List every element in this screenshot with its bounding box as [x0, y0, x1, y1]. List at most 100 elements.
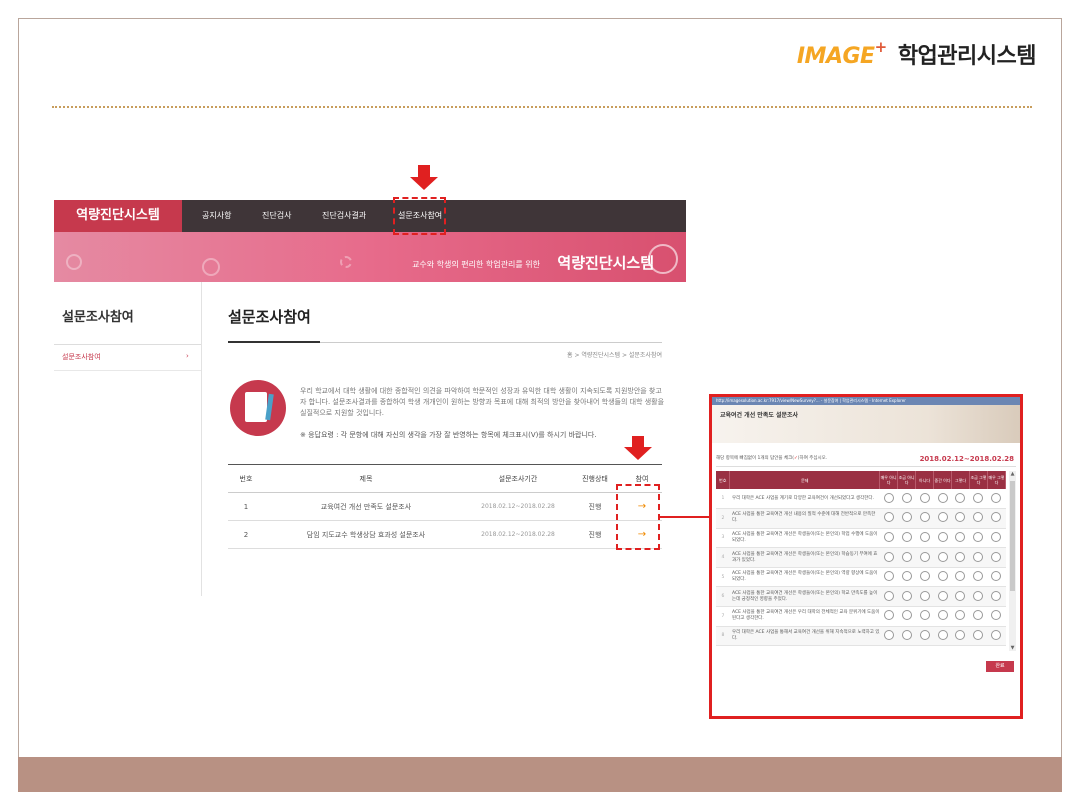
- pointer-arrow-down-icon: [624, 447, 652, 460]
- answer-radio[interactable]: [937, 629, 948, 640]
- popup-titlebar: http://imagesolution.ac.kr:7917/view/New…: [712, 397, 1020, 405]
- answer-radio[interactable]: [883, 531, 894, 542]
- answer-radio[interactable]: [901, 610, 912, 621]
- answer-radio[interactable]: [919, 629, 930, 640]
- answer-radio[interactable]: [973, 571, 984, 582]
- answer-radio[interactable]: [883, 492, 894, 503]
- answer-radio[interactable]: [937, 610, 948, 621]
- answer-radio[interactable]: [883, 551, 894, 562]
- question-row: 5 ACE 사업을 통한 교육여건 개선은 학생들이(또는 본인의) 역량 향상에…: [716, 567, 1006, 588]
- popup-header: 교육여건 개선 만족도 설문조사: [712, 405, 1020, 443]
- answer-radio[interactable]: [937, 551, 948, 562]
- answer-radio[interactable]: [937, 492, 948, 503]
- submit-button[interactable]: 완료: [986, 661, 1014, 672]
- app-logo[interactable]: 역량진단시스템: [54, 200, 182, 232]
- intro-note: ※ 응답요령 : 각 문항에 대해 자신의 생각을 가장 잘 반영하는 항목에 …: [300, 431, 597, 439]
- answer-radio[interactable]: [883, 629, 894, 640]
- answer-radio[interactable]: [955, 629, 966, 640]
- answer-radio[interactable]: [991, 531, 1002, 542]
- answer-cell: [987, 528, 1006, 549]
- row-title[interactable]: 교육여건 개선 만족도 설문조사: [264, 492, 468, 521]
- answer-radio[interactable]: [901, 571, 912, 582]
- answer-radio[interactable]: [991, 610, 1002, 621]
- scroll-down-icon[interactable]: ▼: [1009, 645, 1016, 651]
- answer-radio[interactable]: [973, 590, 984, 601]
- answer-radio[interactable]: [919, 590, 930, 601]
- answer-radio[interactable]: [919, 551, 930, 562]
- answer-radio[interactable]: [901, 590, 912, 601]
- answer-radio[interactable]: [955, 551, 966, 562]
- answer-radio[interactable]: [901, 629, 912, 640]
- answer-radio[interactable]: [901, 512, 912, 523]
- table-row[interactable]: 2 담임 지도교수 학생상담 효과성 설문조사 2018.02.12~2018.…: [228, 520, 662, 549]
- survey-question-table: 번호 문제 매우 아니다 조금 아니다 아니다 중간 이다 그렇다 조금 그렇다…: [716, 471, 1007, 647]
- answer-radio[interactable]: [955, 571, 966, 582]
- answer-cell: [933, 567, 952, 588]
- answer-cell: [951, 586, 970, 608]
- col-header-status: 진행상태: [568, 464, 622, 493]
- answer-cell: [987, 508, 1006, 529]
- question-number: 7: [716, 606, 730, 627]
- answer-radio[interactable]: [973, 512, 984, 523]
- answer-radio[interactable]: [973, 492, 984, 503]
- answer-radio[interactable]: [937, 590, 948, 601]
- answer-radio[interactable]: [901, 551, 912, 562]
- question-text: 우리 대학은 ACE 사업을 계기로 다양한 교육여건이 개선되었다고 생각한다…: [729, 489, 880, 510]
- row-number: 1: [228, 492, 264, 521]
- answer-radio[interactable]: [883, 571, 894, 582]
- answer-radio[interactable]: [991, 512, 1002, 523]
- menu-item-diagnosis[interactable]: 진단검사: [262, 200, 291, 232]
- banner-title: 역량진단시스템: [557, 254, 654, 272]
- menu-item-diagnosis-result[interactable]: 진단검사결과: [322, 200, 366, 232]
- answer-radio[interactable]: [919, 610, 930, 621]
- answer-radio[interactable]: [919, 571, 930, 582]
- answer-radio[interactable]: [955, 590, 966, 601]
- answer-radio[interactable]: [973, 629, 984, 640]
- answer-radio[interactable]: [991, 551, 1002, 562]
- sidebar-title: 설문조사참여: [62, 310, 134, 325]
- answer-radio[interactable]: [991, 571, 1002, 582]
- answer-radio[interactable]: [973, 531, 984, 542]
- answer-radio[interactable]: [955, 610, 966, 621]
- table-row[interactable]: 1 교육여건 개선 만족도 설문조사 2018.02.12~2018.02.28…: [228, 492, 662, 521]
- question-number: 6: [716, 586, 730, 608]
- scroll-up-icon[interactable]: ▲: [1009, 471, 1016, 477]
- answer-radio[interactable]: [937, 531, 948, 542]
- answer-radio[interactable]: [991, 590, 1002, 601]
- answer-radio[interactable]: [973, 610, 984, 621]
- answer-radio[interactable]: [883, 610, 894, 621]
- gear-icon: [340, 256, 352, 268]
- answer-radio[interactable]: [901, 492, 912, 503]
- question-row: 6 ACE 사업을 통한 교육여건 개선은 학생들이(또는 본인의) 학교 만족도…: [716, 586, 1006, 608]
- menu-item-notice[interactable]: 공지사항: [202, 200, 231, 232]
- slide-footer: [18, 757, 1062, 792]
- answer-radio[interactable]: [883, 590, 894, 601]
- scrollbar-thumb[interactable]: [1010, 481, 1015, 591]
- answer-cell: [951, 528, 970, 549]
- answer-radio[interactable]: [919, 512, 930, 523]
- answer-radio[interactable]: [919, 492, 930, 503]
- col-header-scale: 그렇다: [951, 471, 970, 489]
- answer-radio[interactable]: [919, 531, 930, 542]
- answer-radio[interactable]: [937, 512, 948, 523]
- answer-radio[interactable]: [955, 512, 966, 523]
- question-row: 3 ACE 사업을 통한 교육여건 개선은 학생들이(또는 본인의) 학업 수행에…: [716, 528, 1006, 549]
- answer-radio[interactable]: [901, 531, 912, 542]
- answer-radio[interactable]: [991, 492, 1002, 503]
- row-status: 진행: [568, 492, 622, 521]
- popup-scrollbar[interactable]: ▲ ▼: [1009, 471, 1016, 651]
- sidebar-item-survey[interactable]: 설문조사참여: [62, 352, 101, 362]
- answer-radio[interactable]: [937, 571, 948, 582]
- answer-cell: [897, 606, 916, 627]
- answer-radio[interactable]: [883, 512, 894, 523]
- brand-system-name: 학업관리시스템: [897, 44, 1037, 69]
- row-title[interactable]: 담임 지도교수 학생상담 효과성 설문조사: [264, 520, 468, 549]
- answer-radio[interactable]: [991, 629, 1002, 640]
- answer-radio[interactable]: [955, 531, 966, 542]
- answer-cell: [951, 489, 970, 510]
- smile-icon: [66, 254, 82, 270]
- answer-radio[interactable]: [955, 492, 966, 503]
- answer-cell: [933, 606, 952, 627]
- answer-radio[interactable]: [973, 551, 984, 562]
- brand-plus: +: [874, 38, 888, 56]
